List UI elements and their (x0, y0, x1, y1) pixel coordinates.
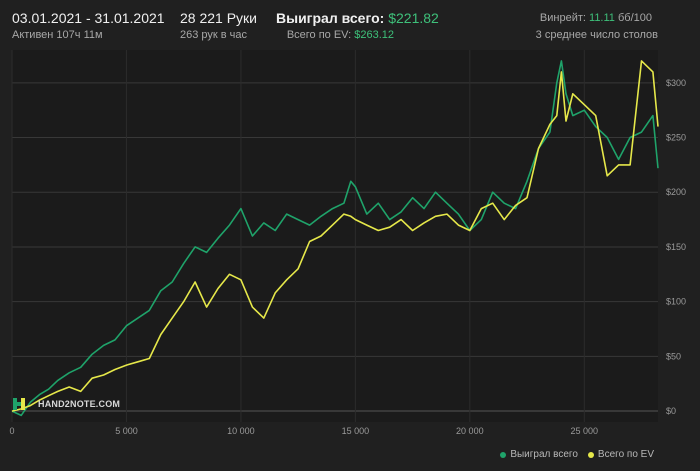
y-tick-label-4: $200 (666, 187, 686, 197)
y-tick-label-5: $250 (666, 133, 686, 143)
winrate-value: 11.11 (589, 12, 615, 24)
plot-area (12, 50, 658, 422)
x-tick-label-1: 5 000 (115, 426, 138, 436)
chart-legend: Выиграл всего Всего по EV (490, 449, 654, 460)
x-tick-label-4: 20 000 (456, 426, 484, 436)
hand2note-logo: HAND2NOTE.COM (12, 396, 120, 412)
y-axis-ticks: $0 $50 $100 $150 $200 $250 $300 (666, 78, 686, 416)
avg-tables: 3 среднее число столов (535, 29, 658, 41)
y-tick-label-3: $150 (666, 242, 686, 252)
winrate-label: Винрейт: (539, 12, 586, 24)
won-total-value: $221.82 (388, 10, 439, 26)
x-axis-ticks: 0 5 000 10 000 15 000 20 000 25 000 (9, 426, 598, 436)
legend-item-won[interactable]: Выиграл всего (500, 449, 578, 460)
won-total-label: Выиграл всего: (276, 10, 385, 26)
y-tick-label-0: $0 (666, 406, 676, 416)
stats-header: 03.01.2021 - 31.01.2021 Активен 107ч 11м… (0, 0, 700, 44)
winrate: Винрейт: 11.11 бб/100 (540, 12, 652, 24)
logo-text: HAND2NOTE.COM (38, 399, 121, 409)
ev-total: Всего по EV: $263.12 (276, 29, 394, 41)
y-tick-label-2: $100 (666, 297, 686, 307)
x-tick-label-3: 15 000 (342, 426, 370, 436)
x-tick-label-0: 0 (9, 426, 14, 436)
winrate-unit: бб/100 (617, 12, 652, 24)
won-total: Выиграл всего: $221.82 (276, 10, 439, 26)
date-range: 03.01.2021 - 31.01.2021 (12, 10, 165, 26)
x-tick-label-2: 10 000 (227, 426, 255, 436)
ev-total-label: Всего по EV: (286, 29, 352, 41)
y-tick-label-6: $300 (666, 78, 686, 88)
legend-dot-ev (587, 451, 594, 458)
legend-label-won: Выиграл всего (510, 449, 578, 460)
hands-per-hour: 263 рук в час (180, 29, 248, 41)
legend-label-ev: Всего по EV (597, 449, 654, 460)
y-tick-label-1: $50 (666, 351, 681, 361)
h2n-logo-icon (13, 398, 25, 410)
legend-item-ev[interactable]: Всего по EV (587, 449, 654, 460)
legend-dot-won (500, 451, 507, 458)
x-tick-label-5: 25 000 (571, 426, 599, 436)
active-time: Активен 107ч 11м (12, 29, 103, 41)
hands-count: 28 221 Руки (180, 10, 257, 26)
ev-total-value: $263.12 (354, 29, 394, 41)
